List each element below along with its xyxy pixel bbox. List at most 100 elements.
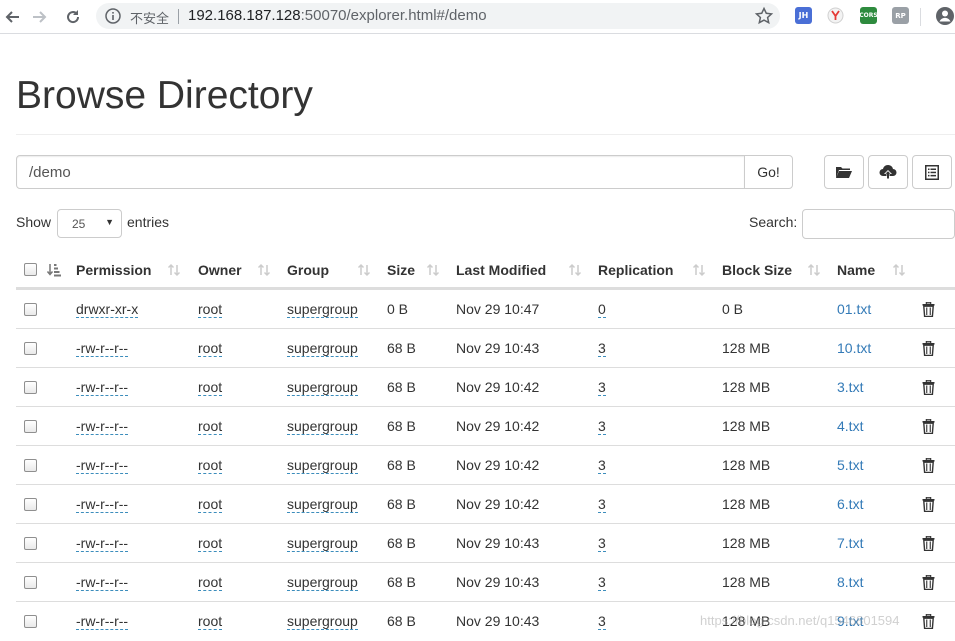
jh-extension-icon[interactable]: JH xyxy=(795,7,812,24)
row-checkbox[interactable] xyxy=(24,458,37,472)
directory-path-input[interactable] xyxy=(16,155,745,189)
go-button[interactable]: Go! xyxy=(744,155,793,189)
url-text[interactable]: 192.168.187.128:50070/explorer.html#/dem… xyxy=(188,7,487,24)
permission-link[interactable]: drwxr-xr-x xyxy=(76,301,139,318)
file-name-link[interactable]: 6.txt xyxy=(837,496,863,512)
back-button[interactable] xyxy=(0,5,24,29)
replication-link[interactable]: 3 xyxy=(598,574,606,591)
sort-icon[interactable] xyxy=(892,250,906,289)
replication-link[interactable]: 3 xyxy=(598,535,606,552)
replication-link[interactable]: 3 xyxy=(598,496,606,513)
row-checkbox[interactable] xyxy=(24,419,37,433)
yandex-extension-icon[interactable] xyxy=(827,7,844,24)
owner-link[interactable]: root xyxy=(198,379,223,396)
row-checkbox[interactable] xyxy=(24,614,37,628)
group-link[interactable]: supergroup xyxy=(287,340,358,357)
group-link[interactable]: supergroup xyxy=(287,535,358,552)
permission-link[interactable]: -rw-r--r-- xyxy=(76,574,129,591)
group-link[interactable]: supergroup xyxy=(287,574,358,591)
select-all-checkbox[interactable] xyxy=(24,263,37,276)
owner-link[interactable]: root xyxy=(198,418,223,435)
group-link[interactable]: supergroup xyxy=(287,301,358,318)
owner-link[interactable]: root xyxy=(198,535,223,552)
sort-icon[interactable] xyxy=(426,250,440,289)
replication-link[interactable]: 3 xyxy=(598,613,606,630)
sort-icon[interactable] xyxy=(47,250,61,289)
file-name-link[interactable]: 4.txt xyxy=(837,418,863,434)
group-link[interactable]: supergroup xyxy=(287,457,358,474)
trash-icon[interactable] xyxy=(922,457,935,473)
permission-link[interactable]: -rw-r--r-- xyxy=(76,613,129,630)
file-name-link[interactable]: 8.txt xyxy=(837,574,863,590)
reload-button[interactable] xyxy=(61,5,85,29)
page-length-select[interactable]: 25 ▼ xyxy=(57,209,122,238)
group-link[interactable]: supergroup xyxy=(287,496,358,513)
permission-link[interactable]: -rw-r--r-- xyxy=(76,535,129,552)
info-icon[interactable] xyxy=(104,7,122,25)
replication-link[interactable]: 3 xyxy=(598,418,606,435)
file-name-link[interactable]: 3.txt xyxy=(837,379,863,395)
group-link[interactable]: supergroup xyxy=(287,613,358,630)
sort-icon[interactable] xyxy=(807,250,821,289)
trash-icon[interactable] xyxy=(922,574,935,590)
sort-icon[interactable] xyxy=(568,250,582,289)
row-checkbox[interactable] xyxy=(24,302,37,316)
account-icon[interactable] xyxy=(935,6,955,26)
replication-link[interactable]: 3 xyxy=(598,457,606,474)
trash-icon[interactable] xyxy=(922,379,935,395)
sort-icon[interactable] xyxy=(357,250,371,289)
rp-extension-icon[interactable]: RP xyxy=(892,7,909,24)
column-header-replication[interactable]: Replication xyxy=(598,250,673,289)
replication-link[interactable]: 3 xyxy=(598,340,606,357)
trash-icon[interactable] xyxy=(922,535,935,551)
replication-link[interactable]: 3 xyxy=(598,379,606,396)
column-header-last-modified[interactable]: Last Modified xyxy=(456,250,546,289)
forward-button[interactable] xyxy=(28,5,52,29)
trash-icon[interactable] xyxy=(922,496,935,512)
search-input[interactable] xyxy=(802,209,955,239)
column-header-size[interactable]: Size xyxy=(387,250,415,289)
sort-icon[interactable] xyxy=(257,250,271,289)
file-name-link[interactable]: 5.txt xyxy=(837,457,863,473)
star-icon[interactable] xyxy=(754,6,774,26)
row-checkbox[interactable] xyxy=(24,536,37,550)
row-checkbox[interactable] xyxy=(24,497,37,511)
owner-link[interactable]: root xyxy=(198,613,223,630)
upload-button[interactable] xyxy=(868,155,908,189)
trash-icon[interactable] xyxy=(922,301,935,317)
owner-link[interactable]: root xyxy=(198,340,223,357)
column-header-name[interactable]: Name xyxy=(837,250,875,289)
cors-extension-icon[interactable]: CORS xyxy=(859,7,878,24)
row-checkbox[interactable] xyxy=(24,341,37,355)
row-checkbox[interactable] xyxy=(24,575,37,589)
file-name-link[interactable]: 01.txt xyxy=(837,301,871,317)
address-bar[interactable]: 不安全 192.168.187.128:50070/explorer.html#… xyxy=(96,3,780,29)
column-header-group[interactable]: Group xyxy=(287,250,329,289)
permission-link[interactable]: -rw-r--r-- xyxy=(76,379,129,396)
row-checkbox[interactable] xyxy=(24,380,37,394)
create-directory-button[interactable] xyxy=(824,155,864,189)
permission-link[interactable]: -rw-r--r-- xyxy=(76,457,129,474)
column-header-permission[interactable]: Permission xyxy=(76,250,151,289)
owner-link[interactable]: root xyxy=(198,457,223,474)
column-header-block-size[interactable]: Block Size xyxy=(722,250,792,289)
owner-link[interactable]: root xyxy=(198,496,223,513)
group-link[interactable]: supergroup xyxy=(287,418,358,435)
trash-icon[interactable] xyxy=(922,418,935,434)
permission-link[interactable]: -rw-r--r-- xyxy=(76,496,129,513)
permission-link[interactable]: -rw-r--r-- xyxy=(76,418,129,435)
file-name-link[interactable]: 9.txt xyxy=(837,613,863,629)
owner-link[interactable]: root xyxy=(198,574,223,591)
replication-link[interactable]: 0 xyxy=(598,301,606,318)
owner-link[interactable]: root xyxy=(198,301,223,318)
file-name-link[interactable]: 7.txt xyxy=(837,535,863,551)
column-header-owner[interactable]: Owner xyxy=(198,250,242,289)
sort-icon[interactable] xyxy=(692,250,706,289)
trash-icon[interactable] xyxy=(922,613,935,629)
trash-icon[interactable] xyxy=(922,340,935,356)
permission-link[interactable]: -rw-r--r-- xyxy=(76,340,129,357)
group-link[interactable]: supergroup xyxy=(287,379,358,396)
sort-icon[interactable] xyxy=(167,250,181,289)
cut-paste-button[interactable] xyxy=(912,155,952,189)
file-name-link[interactable]: 10.txt xyxy=(837,340,871,356)
